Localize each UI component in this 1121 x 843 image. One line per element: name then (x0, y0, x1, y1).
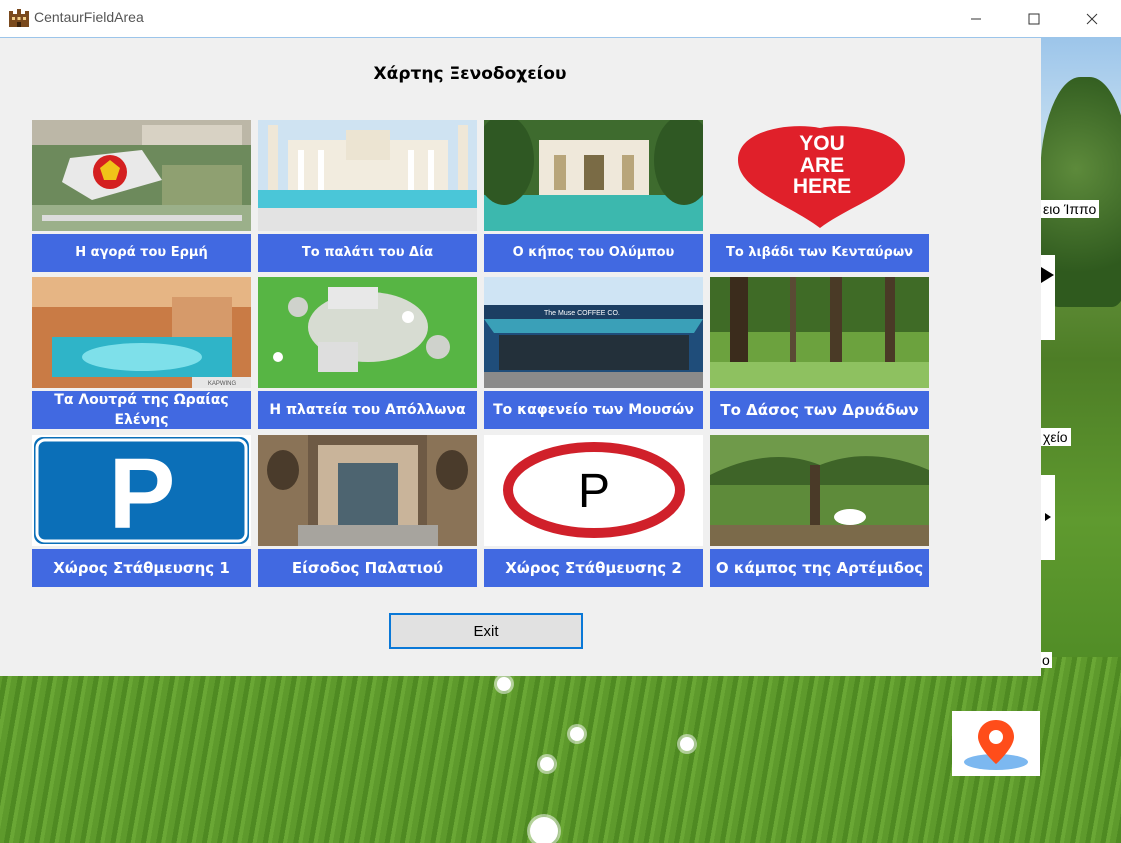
minimize-button[interactable] (947, 0, 1005, 37)
maximize-button[interactable] (1005, 0, 1063, 37)
tile-label[interactable]: Χώρος Στάθμευσης 2 (484, 549, 703, 587)
flower (530, 817, 558, 843)
tile-artemis-plain[interactable]: Ο κάμπος της Αρτέμιδος (710, 435, 929, 587)
tile-image[interactable] (258, 277, 477, 388)
tile-image[interactable] (710, 435, 929, 546)
background-next-button[interactable] (1041, 255, 1055, 340)
tile-label[interactable]: Το παλάτι του Δία (258, 234, 477, 272)
window-titlebar: CentaurFieldArea (0, 0, 1121, 37)
tile-image[interactable]: YOU ARE HERE (710, 120, 929, 231)
flower (680, 737, 694, 751)
tile-apollo-square[interactable]: Η πλατεία του Απόλλωνα (258, 277, 477, 429)
window-title: CentaurFieldArea (34, 9, 144, 25)
tile-zeus-palace[interactable]: Το παλάτι του Δία (258, 120, 477, 272)
you-are-here-text: YOU (799, 132, 845, 155)
tile-label[interactable]: Το λιβάδι των Κενταύρων (710, 234, 929, 272)
tile-image[interactable]: KAPWING (32, 277, 251, 388)
dialog-title: Χάρτης Ξενοδοχείου (373, 64, 567, 84)
flower (497, 677, 511, 691)
background-next-button[interactable] (1041, 475, 1055, 560)
tile-helen-baths[interactable]: KAPWING Τα Λουτρά της Ωραίας Ελένης (32, 277, 251, 429)
tile-label[interactable]: Το καφενείο των Μουσών (484, 391, 703, 429)
hotel-map-dialog: Χάρτης Ξενοδοχείου Η αγορά του Ερμή Το π… (0, 38, 1041, 676)
tile-label[interactable]: Ο κάμπος της Αρτέμιδος (710, 549, 929, 587)
tile-image[interactable]: The Muse COFFEE CO. (484, 277, 703, 388)
tile-parking-1[interactable]: P Χώρος Στάθμευσης 1 (32, 435, 251, 587)
tile-image[interactable] (710, 277, 929, 388)
background-label-fragment: ειο Ίππο (1040, 200, 1100, 218)
close-button[interactable] (1063, 0, 1121, 37)
parking-letter: P (578, 465, 610, 518)
watermark-text: KAPWING (208, 381, 237, 387)
tile-olympus-garden[interactable]: Ο κήπος του Ολύμπου (484, 120, 703, 272)
tile-image[interactable]: P (484, 435, 703, 546)
tile-label[interactable]: Ο κήπος του Ολύμπου (484, 234, 703, 272)
tile-dryad-forest[interactable]: Το Δάσος των Δρυάδων (710, 277, 929, 429)
map-pin-icon (964, 719, 1028, 770)
tile-image[interactable] (32, 120, 251, 231)
you-are-here-text: ARE (800, 154, 844, 177)
map-button[interactable] (952, 711, 1040, 776)
tile-parking-2[interactable]: P Χώρος Στάθμευσης 2 (484, 435, 703, 587)
tile-image[interactable] (484, 120, 703, 231)
tile-label[interactable]: Χώρος Στάθμευσης 1 (32, 549, 251, 587)
tile-label[interactable]: Είσοδος Παλατιού (258, 549, 477, 587)
tile-image[interactable] (258, 435, 477, 546)
tile-centaur-meadow[interactable]: YOU ARE HERE Το λιβάδι των Κενταύρων (710, 120, 929, 272)
tile-hermes-market[interactable]: Η αγορά του Ερμή (32, 120, 251, 272)
castle-icon (8, 8, 30, 28)
background-label-fragment: ο (1040, 652, 1052, 668)
tile-label[interactable]: Η αγορά του Ερμή (32, 234, 251, 272)
flower (570, 727, 584, 741)
tile-image[interactable] (258, 120, 477, 231)
tile-label[interactable]: Τα Λουτρά της Ωραίας Ελένης (32, 391, 251, 429)
cafe-sign-text: The Muse COFFEE CO. (544, 310, 620, 317)
tile-muses-cafe[interactable]: The Muse COFFEE CO. Το καφενείο των Μουσ… (484, 277, 703, 429)
parking-letter: P (109, 438, 176, 546)
you-are-here-text: HERE (793, 175, 851, 198)
flower (540, 757, 554, 771)
tile-label[interactable]: Το Δάσος των Δρυάδων (710, 391, 929, 429)
exit-button[interactable]: Exit (389, 613, 583, 649)
tile-palace-entrance[interactable]: Είσοδος Παλατιού (258, 435, 477, 587)
tile-image[interactable]: P (32, 435, 251, 546)
tile-label[interactable]: Η πλατεία του Απόλλωνα (258, 391, 477, 429)
background-label-fragment: χείο (1040, 428, 1071, 446)
